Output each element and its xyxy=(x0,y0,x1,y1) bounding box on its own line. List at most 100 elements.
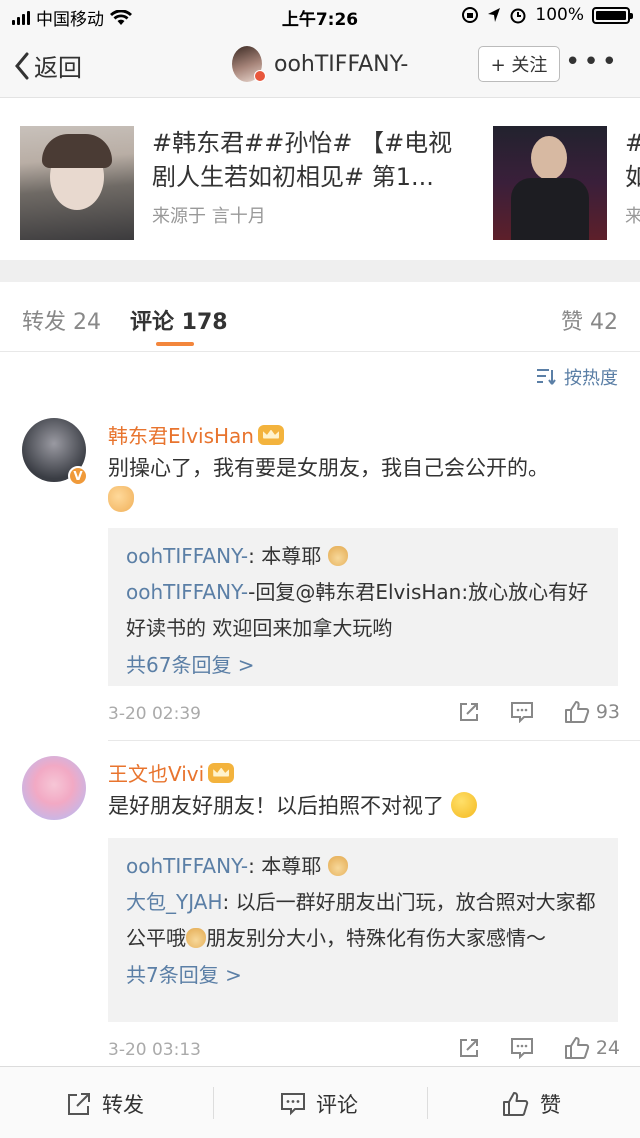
more-menu-icon[interactable]: ••• xyxy=(565,49,620,75)
repost-icon xyxy=(68,1093,90,1115)
thumbs-up-icon xyxy=(564,1037,589,1059)
reply-user[interactable]: oohTIFFANY- xyxy=(126,854,248,878)
sort-icon xyxy=(537,369,556,385)
comment-divider xyxy=(108,740,640,741)
doge-icon xyxy=(327,856,348,876)
sort-button[interactable]: 按热度 xyxy=(536,364,618,390)
tab-indicator xyxy=(156,342,194,346)
comment-author[interactable]: 韩东君ElvisHan xyxy=(108,420,284,449)
tab-bar: 转发 24 评论 178 赞 42 xyxy=(0,282,640,352)
reply-button[interactable] xyxy=(510,1037,534,1059)
comment-actions: 93 xyxy=(428,700,620,724)
status-bar: 中国移动 上午7:26 100% xyxy=(0,0,640,32)
status-right: 100% xyxy=(461,5,633,25)
location-icon xyxy=(488,8,501,22)
comment-author[interactable]: 王文也Vivi xyxy=(108,758,235,787)
battery-icon xyxy=(592,6,633,24)
laughing-crying-icon xyxy=(450,792,477,818)
like-count: 93 xyxy=(595,701,620,723)
back-label: 返回 xyxy=(34,54,82,82)
verified-badge-icon xyxy=(254,70,266,82)
like-button[interactable]: 93 xyxy=(564,700,620,724)
bottom-separator xyxy=(213,1087,214,1119)
tab-comment[interactable]: 评论 178 xyxy=(130,304,228,336)
thumbs-up-icon xyxy=(564,701,589,723)
crown-icon xyxy=(257,424,284,445)
related-title-cont: 如 xyxy=(625,163,640,191)
back-button[interactable]: 返回 xyxy=(14,48,82,83)
battery-label: 100% xyxy=(535,5,584,25)
more-replies-link[interactable]: 共7条回复 > xyxy=(126,956,600,994)
like-button[interactable]: 赞 xyxy=(502,1089,561,1119)
repost-label: 转发 xyxy=(102,1093,144,1117)
rotation-lock-icon xyxy=(462,7,479,23)
nav-title-label: oohTIFFANY- xyxy=(274,51,409,77)
nav-bar: 返回 oohTIFFANY- + 关注 ••• xyxy=(0,32,640,98)
like-button[interactable]: 24 xyxy=(564,1036,620,1060)
comment-text: 是好朋友好朋友！以后拍照不对视了 xyxy=(108,790,618,822)
alarm-icon xyxy=(510,8,526,24)
comment-button[interactable]: 评论 xyxy=(280,1089,358,1119)
crown-icon xyxy=(208,762,235,783)
tab-like[interactable]: 赞 42 xyxy=(561,304,618,336)
related-post[interactable]: #韩东君##孙怡# 【#电视剧人生若如初相见# 第1... 来源于 言十月 xyxy=(20,126,462,240)
follow-button[interactable]: + 关注 xyxy=(478,46,560,82)
comment-actions: 24 xyxy=(428,1036,620,1060)
comment-author-name: 王文也Vivi xyxy=(108,762,205,786)
thumbs-up-icon xyxy=(503,1092,529,1116)
reply-box[interactable]: oohTIFFANY-: 本尊耶 oohTIFFANY--回复@韩东君Elvis… xyxy=(108,528,618,686)
comment-time: 3-20 03:13 xyxy=(108,1040,201,1060)
section-divider xyxy=(0,260,640,282)
avatar xyxy=(232,46,266,82)
comment-text: 别操心了，我有要是女朋友，我自己会公开的。 xyxy=(108,452,618,516)
related-thumbnail xyxy=(20,126,134,240)
sort-label: 按热度 xyxy=(564,368,618,389)
doge-icon xyxy=(327,546,348,566)
reply-line: oohTIFFANY-: 本尊耶 xyxy=(126,848,600,884)
praying-hands-icon xyxy=(108,486,134,512)
comment-label: 评论 xyxy=(316,1093,358,1117)
bottom-separator xyxy=(427,1087,428,1119)
comment-text-body: 是好朋友好朋友！以后拍照不对视了 xyxy=(108,794,444,818)
doge-icon xyxy=(186,928,206,948)
reply-box[interactable]: oohTIFFANY-: 本尊耶 大包_YJAH: 以后一群好朋友出门玩，放合照… xyxy=(108,838,618,1022)
comment-meta: 3-20 02:39 93 xyxy=(108,700,620,730)
comment-author-name: 韩东君ElvisHan xyxy=(108,424,254,448)
related-posts: #韩东君##孙怡# 【#电视剧人生若如初相见# 第1... 来源于 言十月 # … xyxy=(0,98,640,260)
repost-button[interactable]: 转发 xyxy=(66,1089,144,1119)
share-icon xyxy=(459,1039,478,1057)
more-replies-link[interactable]: 共67条回复 > xyxy=(126,646,600,684)
reply-user[interactable]: oohTIFFANY- xyxy=(126,580,248,604)
reply-line: oohTIFFANY--回复@韩东君ElvisHan:放心放心有好好读书的 欢迎… xyxy=(126,574,600,646)
comment-icon xyxy=(281,1093,305,1116)
related-source: 来源于 言十月 xyxy=(152,206,266,227)
share-icon xyxy=(459,703,478,721)
reply-user[interactable]: oohTIFFANY- xyxy=(126,544,248,568)
share-button[interactable] xyxy=(458,1037,480,1059)
related-title: # xyxy=(625,126,640,160)
related-post[interactable]: # 如 来 xyxy=(493,126,640,240)
reply-text: : 本尊耶 xyxy=(248,544,322,568)
comment-meta: 3-20 03:13 24 xyxy=(108,1036,620,1066)
comment-text-body: 别操心了，我有要是女朋友，我自己会公开的。 xyxy=(108,456,549,480)
bottom-action-bar: 转发 评论 赞 xyxy=(0,1066,640,1138)
verified-badge-icon: V xyxy=(68,466,88,486)
related-title: #韩东君##孙怡# 【#电视剧人生若如初相见# 第1... xyxy=(152,129,453,191)
nav-user[interactable]: oohTIFFANY- xyxy=(232,46,408,82)
share-button[interactable] xyxy=(458,701,480,723)
comment-time: 3-20 02:39 xyxy=(108,704,201,724)
comment-icon xyxy=(510,702,533,723)
reply-text-cont: 朋友别分大小，特殊化有伤大家感情～ xyxy=(206,926,546,950)
chevron-left-icon xyxy=(15,52,29,79)
comment-icon xyxy=(510,1038,533,1059)
avatar[interactable] xyxy=(22,756,86,820)
reply-user[interactable]: 大包_YJAH xyxy=(126,890,222,914)
like-count: 24 xyxy=(595,1037,620,1059)
related-thumbnail xyxy=(493,126,607,240)
reply-line: 大包_YJAH: 以后一群好朋友出门玩，放合照对大家都公平哦 朋友别分大小，特殊化… xyxy=(126,884,600,956)
reply-button[interactable] xyxy=(510,701,534,723)
tab-repost[interactable]: 转发 24 xyxy=(22,304,101,336)
reply-line: oohTIFFANY-: 本尊耶 xyxy=(126,538,600,574)
reply-text: : 本尊耶 xyxy=(248,854,322,878)
like-label: 赞 xyxy=(540,1093,561,1117)
